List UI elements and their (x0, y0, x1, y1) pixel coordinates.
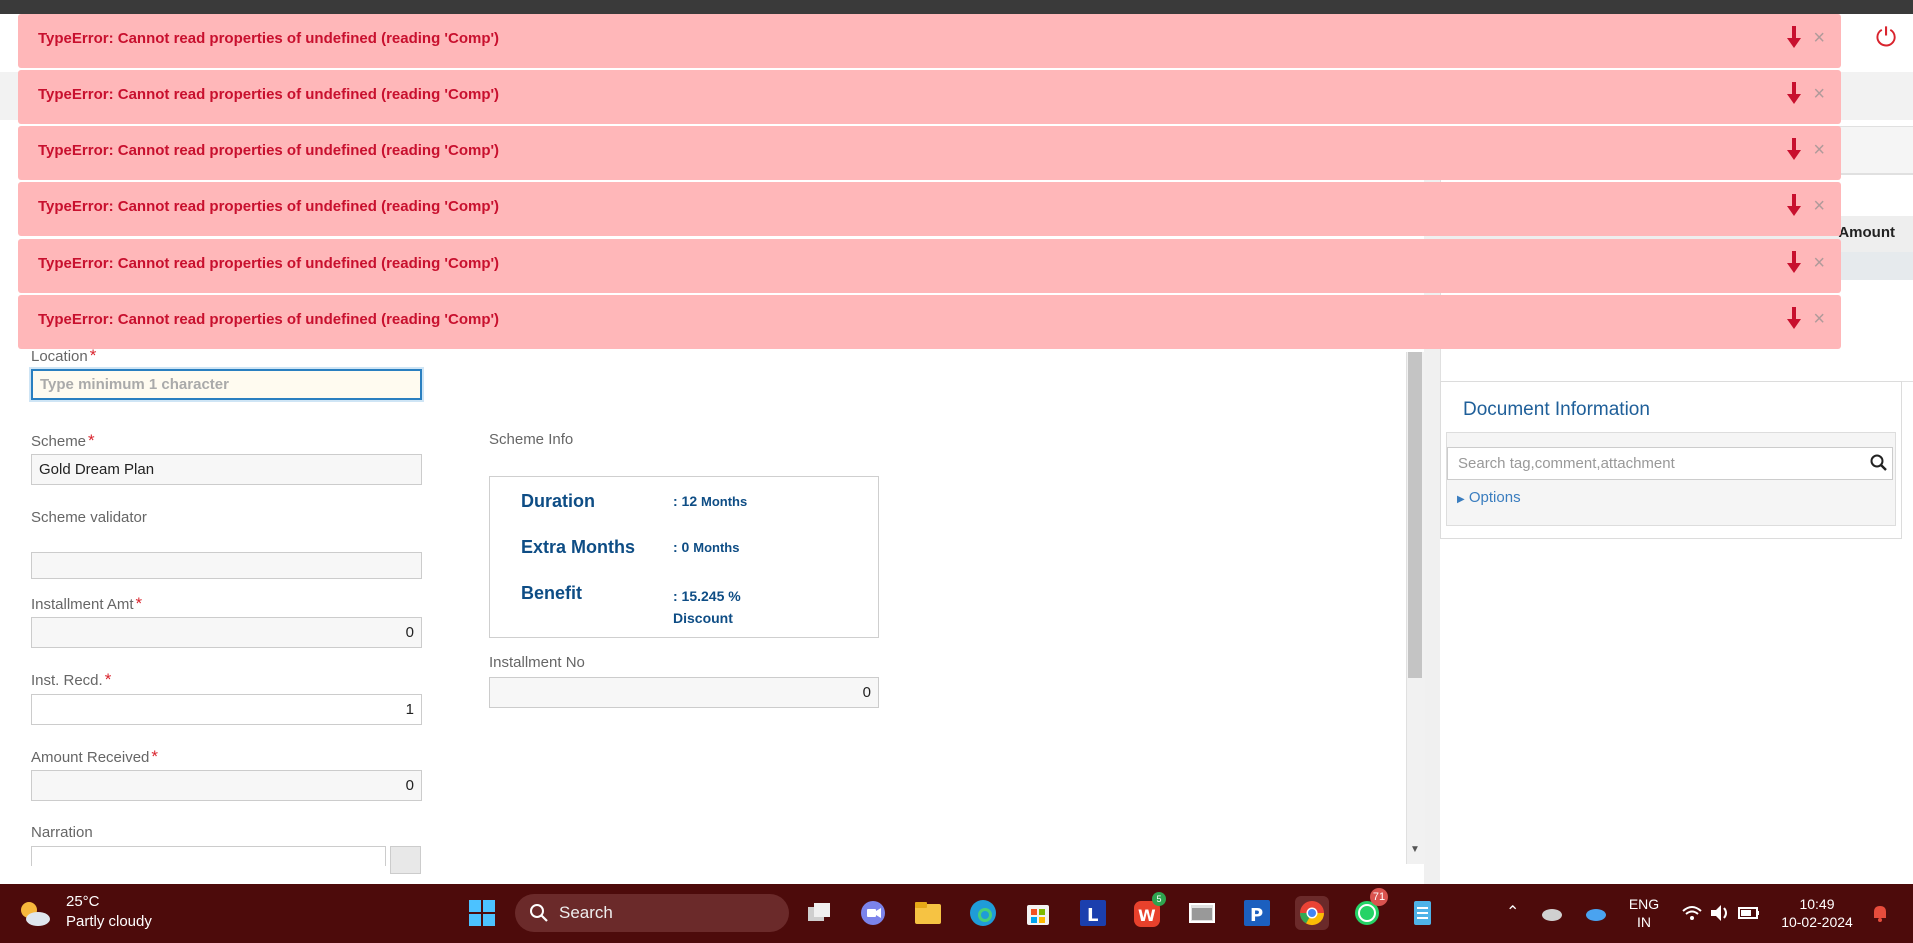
arrow-down-icon[interactable] (1787, 307, 1801, 331)
arrow-down-icon[interactable] (1787, 194, 1801, 218)
location-label: Location * (31, 346, 97, 365)
wifi-icon[interactable] (1680, 896, 1704, 930)
error-message: TypeError: Cannot read properties of und… (38, 255, 500, 272)
caret-right-icon: ▶ (1457, 494, 1465, 505)
cloud-icon[interactable] (1584, 896, 1608, 930)
taskbar-search-label: Search (559, 903, 613, 922)
weather-description: Partly cloudy (66, 913, 152, 930)
clock[interactable]: 10:49 10-02-2024 (1772, 895, 1862, 931)
scheme-validator-label: Scheme validator (31, 509, 147, 526)
notification-bell-icon[interactable] (1868, 896, 1892, 930)
narration-label: Narration (31, 824, 93, 841)
teams-chat-icon[interactable] (856, 896, 890, 930)
whatsapp-badge: 71 (1370, 888, 1388, 906)
duration-value: : 12 Months (673, 493, 748, 509)
error-message: TypeError: Cannot read properties of und… (38, 86, 500, 103)
l-app-icon[interactable]: L (1076, 896, 1110, 930)
svg-text:P: P (1250, 905, 1263, 926)
battery-icon[interactable] (1737, 896, 1761, 930)
wps-office-icon[interactable]: W 5 (1130, 892, 1166, 930)
search-icon (530, 904, 548, 922)
error-notification: TypeError: Cannot read properties of und… (18, 14, 1841, 68)
weather-temperature: 25°C (66, 893, 100, 910)
onedrive-icon[interactable] (1540, 896, 1564, 930)
window-app-icon[interactable] (1185, 896, 1219, 930)
scheme-validator-input[interactable] (31, 552, 422, 579)
close-icon[interactable]: × (1813, 26, 1825, 50)
power-icon[interactable]: ⏻ (1873, 24, 1899, 50)
weather-widget[interactable]: 25°C Partly cloudy (10, 884, 160, 943)
benefit-label: Benefit (521, 583, 583, 603)
scheme-label: Scheme * (31, 431, 95, 450)
installment-no-input[interactable]: 0 (489, 677, 879, 708)
installment-no-label: Installment No (489, 654, 585, 671)
close-icon[interactable]: × (1813, 194, 1825, 218)
error-notification: TypeError: Cannot read properties of und… (18, 239, 1841, 293)
error-message: TypeError: Cannot read properties of und… (38, 142, 500, 159)
document-information-title: Document Information (1463, 399, 1650, 420)
scroll-down-icon[interactable]: ▼ (1407, 844, 1423, 858)
amount-received-label: Amount Received * (31, 747, 159, 766)
scheme-info-label: Scheme Info (489, 431, 574, 448)
edge-icon[interactable] (966, 896, 1000, 930)
arrow-down-icon[interactable] (1787, 138, 1801, 162)
error-notification: TypeError: Cannot read properties of und… (18, 70, 1841, 124)
arrow-down-icon[interactable] (1787, 251, 1801, 275)
options-toggle[interactable]: ▶ Options (1457, 489, 1521, 506)
extra-months-label: Extra Months (521, 537, 636, 557)
close-icon[interactable]: × (1813, 138, 1825, 162)
close-icon[interactable]: × (1813, 82, 1825, 106)
close-icon[interactable]: × (1813, 307, 1825, 331)
error-notification: TypeError: Cannot read properties of und… (18, 182, 1841, 236)
p-app-icon[interactable]: P (1240, 896, 1274, 930)
scheme-input[interactable]: Gold Dream Plan (31, 454, 422, 485)
close-icon[interactable]: × (1813, 251, 1825, 275)
language-indicator[interactable]: ENG IN (1624, 895, 1664, 931)
scrollbar-thumb[interactable] (1408, 352, 1422, 678)
arrow-down-icon[interactable] (1787, 26, 1801, 50)
search-icon[interactable] (1869, 453, 1889, 473)
microsoft-store-icon[interactable] (1021, 896, 1055, 930)
window-top-bar (0, 0, 1913, 14)
installment-amt-input[interactable]: 0 (31, 617, 422, 648)
volume-icon[interactable] (1708, 896, 1732, 930)
arrow-down-icon[interactable] (1787, 82, 1801, 106)
location-input[interactable]: Type minimum 1 character (31, 369, 422, 400)
error-message: TypeError: Cannot read properties of und… (38, 30, 500, 47)
wps-badge: 5 (1152, 892, 1166, 906)
error-notification: TypeError: Cannot read properties of und… (18, 295, 1841, 349)
error-message: TypeError: Cannot read properties of und… (38, 198, 500, 215)
narration-edit-button[interactable] (390, 846, 421, 874)
error-notification: TypeError: Cannot read properties of und… (18, 126, 1841, 180)
notepad-icon[interactable] (1405, 896, 1439, 930)
scheme-info-box: Duration : 12 Months Extra Months : 0 Mo… (489, 476, 879, 638)
task-view-icon[interactable] (802, 896, 836, 930)
file-explorer-icon[interactable] (911, 896, 945, 930)
narration-input[interactable] (31, 846, 386, 866)
windows-taskbar: 25°C Partly cloudy Search L W 5 P 71 ⌃ E… (0, 884, 1913, 943)
svg-text:L: L (1087, 905, 1098, 926)
svg-text:W: W (1138, 906, 1156, 925)
chrome-icon[interactable] (1295, 896, 1329, 930)
whatsapp-icon[interactable]: 71 (1350, 888, 1388, 930)
error-message: TypeError: Cannot read properties of und… (38, 311, 500, 328)
windows-start-icon[interactable] (465, 896, 499, 930)
extra-months-value: : 0 Months (673, 539, 740, 555)
inst-recd-input[interactable]: 1 (31, 694, 422, 725)
taskbar-search[interactable]: Search (515, 894, 789, 932)
chevron-up-icon[interactable]: ⌃ (1506, 902, 1519, 922)
amount-column-header: Amount (1838, 224, 1895, 241)
installment-amt-label: Installment Amt * (31, 594, 143, 613)
duration-label: Duration (521, 491, 595, 511)
benefit-value: : 15.245 % Discount (673, 588, 741, 626)
document-search-input[interactable]: Search tag,comment,attachment (1447, 447, 1893, 480)
inst-recd-label: Inst. Recd. * (31, 670, 112, 689)
partly-cloudy-icon (21, 902, 50, 926)
amount-received-input[interactable]: 0 (31, 770, 422, 801)
